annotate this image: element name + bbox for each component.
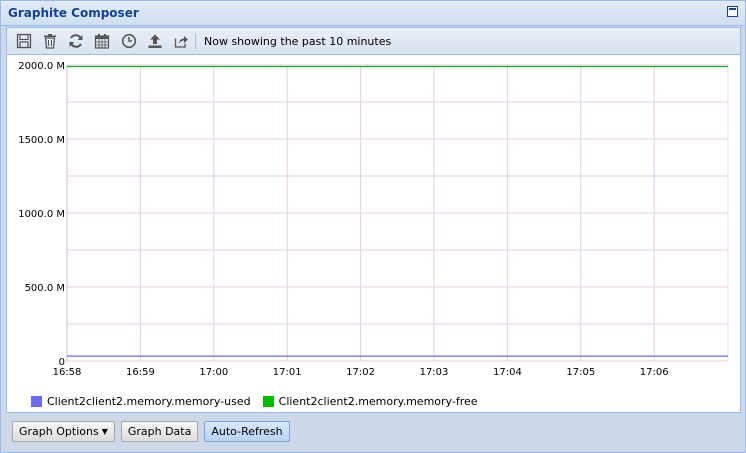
y-tick-label: 1000.0 M [18, 209, 65, 220]
y-tick-label: 1500.0 M [18, 135, 65, 146]
legend-item-memory-free: Client2client2.memory.memory-free [262, 395, 478, 408]
legend-label: Client2client2.memory.memory-free [278, 395, 478, 408]
x-tick-label: 17:01 [273, 367, 302, 378]
x-tick-label: 17:00 [199, 367, 228, 378]
graph-data-label: Graph Data [127, 425, 192, 438]
chevron-down-icon: ▼ [101, 427, 108, 436]
auto-refresh-label: Auto-Refresh [211, 425, 283, 438]
toolbar-separator [195, 33, 196, 49]
legend-item-memory-used: Client2client2.memory.memory-used [31, 395, 251, 408]
graph-area: 0 500.0 M 1000.0 M 1500.0 M 2000.0 M 16:58 16:… [7, 55, 740, 411]
graph-options-button[interactable]: Graph Options ▼ [12, 421, 115, 442]
upload-icon[interactable] [145, 31, 165, 51]
save-icon[interactable] [14, 31, 34, 51]
memory-line-chart: 0500.0 M1000.0 M1500.0 M2000.0 M16:58 16:… [18, 61, 729, 378]
y-tick-label: 500.0 M [25, 283, 65, 294]
x-tick-label: 17:03 [420, 367, 449, 378]
trash-icon[interactable] [40, 31, 60, 51]
auto-refresh-toggle[interactable]: Auto-Refresh [204, 421, 290, 442]
legend-swatch [31, 396, 42, 407]
toolbar: Now showing the past 10 minutes [7, 28, 740, 55]
window-titlebar: Graphite Composer [1, 1, 745, 26]
clock-icon[interactable] [119, 31, 139, 51]
x-tick-label: 17:05 [566, 367, 595, 378]
calendar-icon[interactable] [92, 31, 112, 51]
x-tick-label: 16:58 [53, 367, 82, 378]
refresh-icon[interactable] [66, 31, 86, 51]
share-icon[interactable] [171, 31, 191, 51]
maximize-icon[interactable] [727, 6, 738, 17]
x-tick-label: 17:04 [493, 367, 522, 378]
y-tick-label: 2000.0 M [18, 61, 65, 72]
legend-swatch [262, 396, 274, 407]
time-range-status: Now showing the past 10 minutes [204, 35, 392, 48]
legend-label: Client2client2.memory.memory-used [47, 395, 251, 408]
graph-data-button[interactable]: Graph Data [120, 421, 199, 442]
composer-panel: Now showing the past 10 minutes 0 500.0 M… [6, 27, 741, 413]
graph-options-label: Graph Options [19, 425, 99, 438]
x-tick-label: 17:06 [640, 367, 669, 378]
window-title: Graphite Composer [8, 6, 139, 20]
x-tick-label: 17:02 [346, 367, 375, 378]
chart-legend: Client2client2.memory.memory-used Client… [31, 395, 490, 408]
graphite-composer-window: Graphite Composer Now showing the past 1… [0, 0, 746, 453]
x-tick-label: 16:59 [126, 367, 155, 378]
bottom-button-bar: Graph Options ▼ Graph Data Auto-Refresh [12, 421, 296, 442]
